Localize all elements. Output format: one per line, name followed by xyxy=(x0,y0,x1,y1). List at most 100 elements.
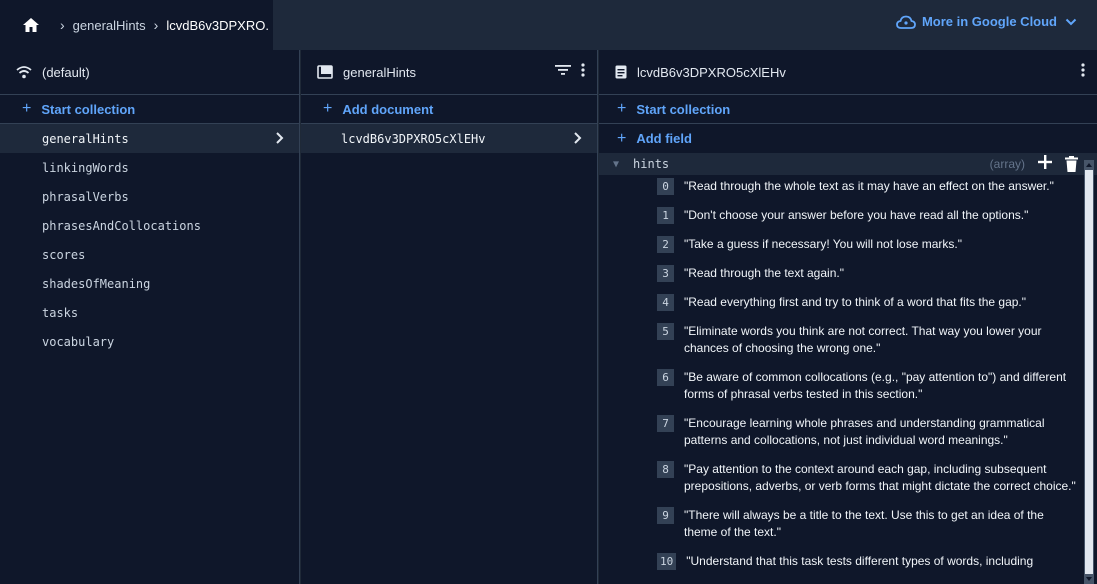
document-panel: lcvdB6v3DPXRO5cXlEHv + Start collection … xyxy=(599,50,1097,584)
more-vert-icon[interactable] xyxy=(1081,63,1085,77)
filter-icon[interactable] xyxy=(555,64,571,76)
scroll-down-icon[interactable] xyxy=(1084,574,1094,584)
scrollbar[interactable] xyxy=(1084,160,1094,584)
start-collection-button[interactable]: + Start collection xyxy=(0,95,299,124)
array-value: "There will always be a title to the tex… xyxy=(684,508,1044,539)
breadcrumb-collection[interactable]: generalHints xyxy=(73,18,146,33)
chevron-down-icon xyxy=(1065,18,1077,25)
cloud-icon xyxy=(896,15,916,29)
array-element[interactable]: 4 "Read everything first and try to think… xyxy=(599,294,1084,311)
array-value: "Understand that this task tests differe… xyxy=(686,554,1034,568)
collection-item[interactable]: phrasesAndCollocations xyxy=(0,211,299,240)
array-value: "Read through the whole text as it may h… xyxy=(684,179,1054,193)
array-value: "Don't choose your answer before you hav… xyxy=(684,208,1029,222)
document-title: lcvdB6v3DPXRO5cXlEHv xyxy=(637,64,786,80)
collection-label: linkingWords xyxy=(42,160,129,175)
database-title: (default) xyxy=(42,64,90,80)
collection-label: phrasalVerbs xyxy=(42,189,129,204)
trash-icon[interactable] xyxy=(1065,156,1078,172)
document-actions xyxy=(1081,63,1085,77)
more-in-google-cloud-button[interactable]: More in Google Cloud xyxy=(896,14,1077,29)
add-element-icon[interactable] xyxy=(1037,154,1053,170)
array-index: 4 xyxy=(657,294,674,311)
database-icon xyxy=(16,66,32,79)
add-field-button[interactable]: + Add field xyxy=(599,124,1097,153)
collection-label: shadesOfMeaning xyxy=(42,276,151,291)
array-index: 2 xyxy=(657,236,674,253)
database-header: (default) xyxy=(0,50,299,95)
collection-label: tasks xyxy=(42,305,79,320)
collection-item[interactable]: generalHints xyxy=(0,124,299,153)
start-collection-label: Start collection xyxy=(41,101,136,117)
array-index: 7 xyxy=(657,415,674,432)
add-document-button[interactable]: + Add document xyxy=(301,95,597,124)
field-name: hints xyxy=(633,157,670,171)
array-value: "Eliminate words you think are not corre… xyxy=(684,324,1042,355)
array-index: 3 xyxy=(657,265,674,282)
add-field-label: Add field xyxy=(636,131,692,146)
array-element[interactable]: 10 "Understand that this task tests diffe… xyxy=(599,553,1084,570)
collection-label: phrasesAndCollocations xyxy=(42,218,201,233)
array-index: 9 xyxy=(657,507,674,524)
collection-item[interactable]: shadesOfMeaning xyxy=(0,269,299,298)
plus-icon: + xyxy=(22,100,32,117)
document-label: lcvdB6v3DPXRO5cXlEHv xyxy=(341,131,486,146)
scrollbar-thumb[interactable] xyxy=(1085,170,1093,574)
array-index: 10 xyxy=(657,553,677,570)
field-row-hints[interactable]: ▼ hints (array) xyxy=(599,153,1097,175)
hints-array-list: 0 "Read through the whole text as it may … xyxy=(599,178,1084,584)
array-element[interactable]: 6 "Be aware of common collocations (e.g.,… xyxy=(599,369,1084,403)
collection-item[interactable]: tasks xyxy=(0,298,299,327)
top-bar: › generalHints › lcvdB6v3DPXRO. More in … xyxy=(0,0,1097,50)
document-icon xyxy=(615,65,627,79)
array-element[interactable]: 3 "Read through the text again." xyxy=(599,265,1084,282)
array-element[interactable]: 7 "Encourage learning whole phrases and u… xyxy=(599,415,1084,449)
collection-header: generalHints xyxy=(301,50,597,95)
breadcrumb: › generalHints › lcvdB6v3DPXRO. xyxy=(0,0,273,50)
chevron-right-icon xyxy=(276,132,284,144)
add-document-label: Add document xyxy=(342,101,434,117)
documents-panel: generalHints + Add document lcvdB6v3DPXR… xyxy=(301,50,598,584)
chevron-right-icon: › xyxy=(60,17,65,33)
array-element[interactable]: 5 "Eliminate words you think are not corr… xyxy=(599,323,1084,357)
array-value: "Read through the text again." xyxy=(684,266,844,280)
array-index: 6 xyxy=(657,369,674,386)
plus-icon: + xyxy=(617,129,627,147)
cloud-link-label: More in Google Cloud xyxy=(921,14,1057,29)
array-value: "Encourage learning whole phrases and un… xyxy=(684,416,1045,447)
array-value: "Be aware of common collocations (e.g., … xyxy=(684,370,1067,401)
home-icon[interactable] xyxy=(22,17,40,33)
array-index: 0 xyxy=(657,178,674,195)
more-vert-icon[interactable] xyxy=(581,63,585,77)
array-index: 8 xyxy=(657,461,674,478)
array-element[interactable]: 2 "Take a guess if necessary! You will no… xyxy=(599,236,1084,253)
array-value: "Pay attention to the context around eac… xyxy=(684,462,1076,493)
collapse-triangle-icon[interactable]: ▼ xyxy=(613,159,619,170)
collection-item[interactable]: linkingWords xyxy=(0,153,299,182)
collection-item[interactable]: vocabulary xyxy=(0,327,299,356)
scroll-up-icon[interactable] xyxy=(1084,160,1094,170)
document-item[interactable]: lcvdB6v3DPXRO5cXlEHv xyxy=(301,124,597,153)
collections-panel: (default) + Start collection generalHint… xyxy=(0,50,300,584)
array-value: "Take a guess if necessary! You will not… xyxy=(684,237,962,251)
collection-item[interactable]: scores xyxy=(0,240,299,269)
array-value: "Read everything first and try to think … xyxy=(684,295,1027,309)
document-header: lcvdB6v3DPXRO5cXlEHv xyxy=(599,50,1097,95)
start-collection-label: Start collection xyxy=(636,101,731,117)
collection-item[interactable]: phrasalVerbs xyxy=(0,182,299,211)
start-collection-button[interactable]: + Start collection xyxy=(599,95,1097,124)
array-element[interactable]: 9 "There will always be a title to the te… xyxy=(599,507,1084,541)
collection-actions xyxy=(555,63,585,77)
plus-icon: + xyxy=(323,100,333,117)
collection-label: scores xyxy=(42,247,86,262)
chevron-right-icon xyxy=(574,132,582,144)
array-element[interactable]: 0 "Read through the whole text as it may … xyxy=(599,178,1084,195)
array-index: 5 xyxy=(657,323,674,340)
collection-title: generalHints xyxy=(343,64,416,80)
array-element[interactable]: 1 "Don't choose your answer before you ha… xyxy=(599,207,1084,224)
breadcrumb-document[interactable]: lcvdB6v3DPXRO. xyxy=(166,18,269,33)
chevron-right-icon: › xyxy=(153,17,159,33)
field-type: (array) xyxy=(989,157,1025,171)
collection-icon xyxy=(317,65,333,79)
array-element[interactable]: 8 "Pay attention to the context around ea… xyxy=(599,461,1084,495)
